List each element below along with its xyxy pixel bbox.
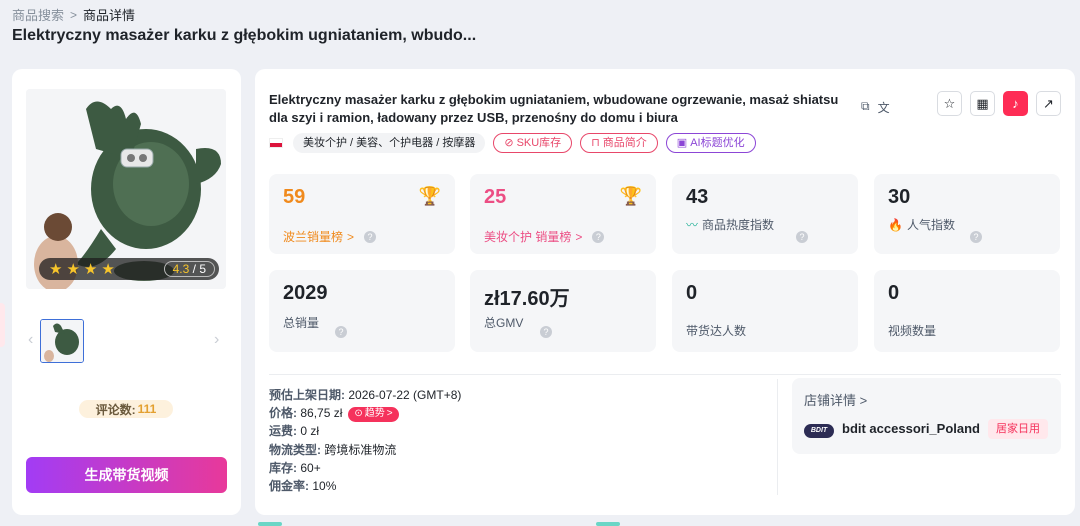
chevron-left-icon[interactable]: ‹	[28, 331, 33, 349]
metric-popularity-index: 30 🔥 人气指数 ?	[874, 174, 1060, 254]
metric-label-link[interactable]: 波兰销量榜 > ?	[283, 228, 377, 245]
product-info-list: 预估上架日期: 2026-07-22 (GMT+8) 价格: 86,75 zł ⊙…	[269, 386, 461, 495]
metric-label: 总GMV	[484, 316, 524, 330]
metric-total-gmv: zł17.60万 总GMV ?	[470, 270, 656, 352]
translate-icon[interactable]: 文	[878, 99, 890, 116]
info-price: 价格: 86,75 zł ⊙ 趋势 >	[269, 404, 461, 422]
ai-icon: ▣	[676, 137, 688, 149]
trophy-icon: 🏆	[418, 186, 441, 206]
tag-icon: ⊘	[504, 137, 514, 149]
help-icon[interactable]: ?	[364, 230, 377, 243]
metric-label: 视频数量	[888, 324, 937, 338]
shop-details-link[interactable]: 店铺详情 >	[804, 390, 867, 409]
product-title: Elektryczny masażer karku z głębokim ugn…	[269, 92, 839, 125]
product-gallery-card: ★★★★ 4.3 / 5 ‹ › 评论数: 111 生成带货视频	[12, 69, 241, 515]
shop-card[interactable]: 店铺详情 > BDIT bdit accessori_Poland 居家日用	[792, 378, 1061, 454]
scroll-indicator	[258, 522, 282, 526]
metric-value: 25	[484, 186, 507, 208]
metric-hotness-index: 43 〰商品热度指数 ?	[672, 174, 858, 254]
breadcrumb-link-search[interactable]: 商品搜索	[12, 5, 64, 24]
metric-value: 0	[686, 282, 698, 304]
help-icon[interactable]: ?	[592, 230, 605, 243]
metric-video-count: 0 视频数量	[874, 270, 1060, 352]
qr-code-icon[interactable]: ▦	[970, 91, 995, 116]
poland-flag-icon	[269, 138, 283, 148]
metric-value: zł17.60万	[484, 288, 570, 310]
review-count-badge: 评论数: 111	[79, 400, 173, 418]
rating-stars: ★★★★	[49, 261, 119, 278]
scroll-indicator	[596, 522, 620, 526]
divider	[777, 379, 778, 495]
shop-logo: BDIT	[804, 424, 834, 438]
trend-line-icon: 〰	[686, 218, 699, 232]
breadcrumb: 商品搜索 > 商品详情	[12, 5, 135, 24]
metric-value: 0	[888, 282, 900, 304]
favorite-star-icon[interactable]: ☆	[937, 91, 962, 116]
copy-icon[interactable]: ⧉	[861, 99, 870, 116]
info-stock: 库存: 60+	[269, 460, 321, 475]
help-icon[interactable]: ?	[796, 231, 808, 243]
chevron-right-icon: >	[70, 7, 78, 22]
help-icon[interactable]: ?	[540, 326, 552, 338]
breadcrumb-current: 商品详情	[83, 8, 136, 23]
metric-value: 43	[686, 186, 709, 208]
fire-icon: 🔥	[888, 217, 903, 232]
metric-label: 〰商品热度指数	[686, 218, 775, 232]
metric-poland-sales-rank: 59 🏆 波兰销量榜 > ?	[269, 174, 455, 254]
metric-total-sales: 2029 总销量 ?	[269, 270, 455, 352]
help-icon[interactable]: ?	[335, 326, 347, 338]
product-intro-tag[interactable]: ⊓ 商品简介	[580, 133, 658, 153]
category-tag: 美妆个护 / 美容、个护电器 / 按摩器	[293, 133, 486, 153]
help-icon[interactable]: ?	[970, 231, 982, 243]
product-detail-card: Elektryczny masażer karku z głębokim ugn…	[255, 69, 1075, 515]
external-link-icon[interactable]: ↗	[1036, 91, 1061, 116]
metric-label: 🔥 人气指数	[888, 217, 955, 233]
shop-category-badge: 居家日用	[988, 419, 1048, 439]
rating-overlay: ★★★★ 4.3 / 5	[39, 258, 219, 280]
thumbnail-image	[41, 320, 83, 362]
side-collapse-tab[interactable]	[0, 303, 5, 347]
divider	[269, 374, 1061, 375]
metric-value: 59	[283, 186, 306, 208]
metric-value: 2029	[283, 282, 328, 304]
metric-category-sales-rank: 25 🏆 美妆个护 销量榜 > ?	[470, 174, 656, 254]
bag-icon: ⊓	[591, 137, 600, 149]
product-thumbnail[interactable]	[40, 319, 84, 363]
info-commission: 佣金率: 10%	[269, 479, 337, 494]
info-logistics: 物流类型: 跨境标准物流	[269, 442, 397, 457]
price-trend-button[interactable]: ⊙ 趋势 >	[348, 406, 399, 422]
rating-score: 4.3 / 5	[163, 261, 215, 277]
trophy-icon: 🏆	[619, 186, 642, 206]
metric-creator-count: 0 带货达人数	[672, 270, 858, 352]
metric-value: 30	[888, 186, 911, 208]
ai-title-tag[interactable]: ▣ AI标题优化	[665, 133, 756, 153]
trend-icon: ⊙	[354, 407, 363, 419]
metric-label: 总销量	[283, 316, 320, 330]
shop-name[interactable]: bdit accessori_Poland	[842, 421, 980, 436]
info-launch-date: 预估上架日期: 2026-07-22 (GMT+8)	[269, 388, 462, 402]
metric-label: 带货达人数	[686, 324, 747, 338]
sku-stock-tag[interactable]: ⊘ SKU库存	[493, 133, 573, 153]
page-title: Elektryczny masażer karku z głębokim ugn…	[12, 27, 477, 44]
chevron-right-icon[interactable]: ›	[214, 331, 219, 349]
metric-label-link[interactable]: 美妆个护 销量榜 > ?	[484, 228, 605, 245]
tiktok-icon[interactable]: ♪	[1003, 91, 1028, 116]
info-shipping: 运费: 0 zł	[269, 424, 320, 439]
generate-video-button[interactable]: 生成带货视频	[26, 457, 227, 493]
